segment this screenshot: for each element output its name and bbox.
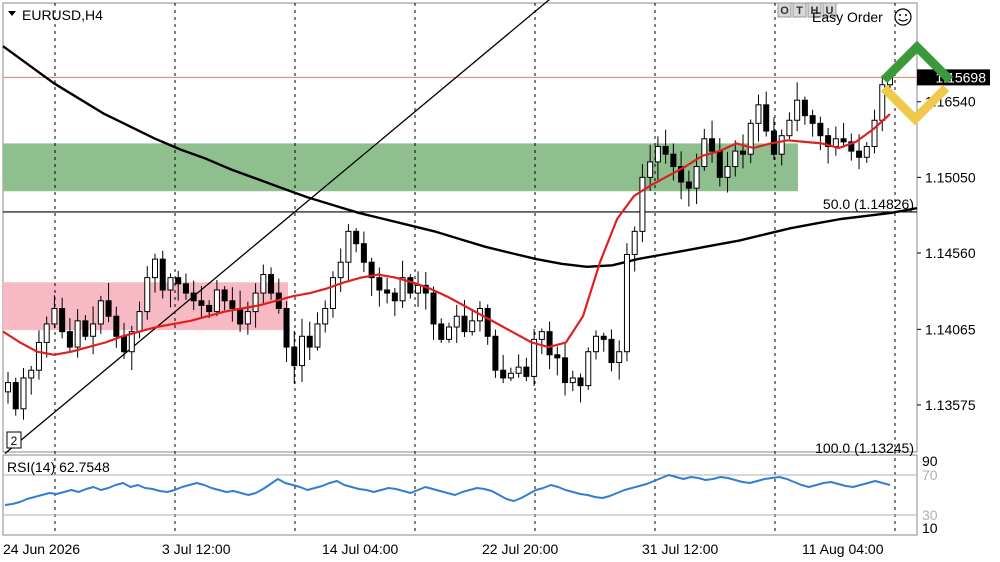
candle: [623, 243, 630, 362]
window-number-badge: 2: [6, 431, 22, 449]
toolbar-letter-o[interactable]: O: [780, 5, 789, 17]
time-tick-label: 3 Jul 12:00: [162, 541, 231, 557]
time-tick-label: 22 Jul 20:00: [482, 541, 558, 557]
candle: [585, 347, 592, 390]
fibonacci-level-label: 100.0 (1.13245): [815, 440, 914, 456]
rsi-axis-label: 90: [922, 453, 938, 469]
toolbar-letter-t[interactable]: T: [796, 5, 803, 17]
price-tick-label: 1.14065: [925, 321, 976, 337]
rsi-window-frame: [2, 454, 918, 536]
price-chart[interactable]: 50.0 (1.14826)100.0 (1.13245) 70309010 1…: [0, 0, 1000, 562]
current-price-label: 1.15698: [917, 69, 990, 86]
symbol-title: EURUSD,H4: [22, 7, 103, 23]
rsi-level-label: 70: [922, 467, 938, 483]
fibonacci-level-label: 50.0 (1.14826): [823, 196, 914, 212]
svg-text:2: 2: [11, 434, 18, 448]
rsi-axis-label: 10: [922, 520, 938, 536]
main-chart-frame: [2, 2, 918, 453]
time-tick-label: 14 Jul 04:00: [322, 541, 398, 557]
candle: [492, 329, 499, 378]
easy-order-button[interactable]: Easy Order: [812, 9, 883, 25]
price-tick-label: 1.13575: [925, 397, 976, 413]
time-tick-label: 31 Jul 12:00: [642, 541, 718, 557]
price-tick-label: 1.14560: [925, 245, 976, 261]
rsi-title: RSI(14) 62.7548: [7, 459, 110, 475]
time-tick-label: 11 Aug 04:00: [802, 541, 884, 557]
price-tick-label: 1.15050: [925, 169, 976, 185]
time-tick-label: 24 Jun 2026: [3, 541, 80, 557]
